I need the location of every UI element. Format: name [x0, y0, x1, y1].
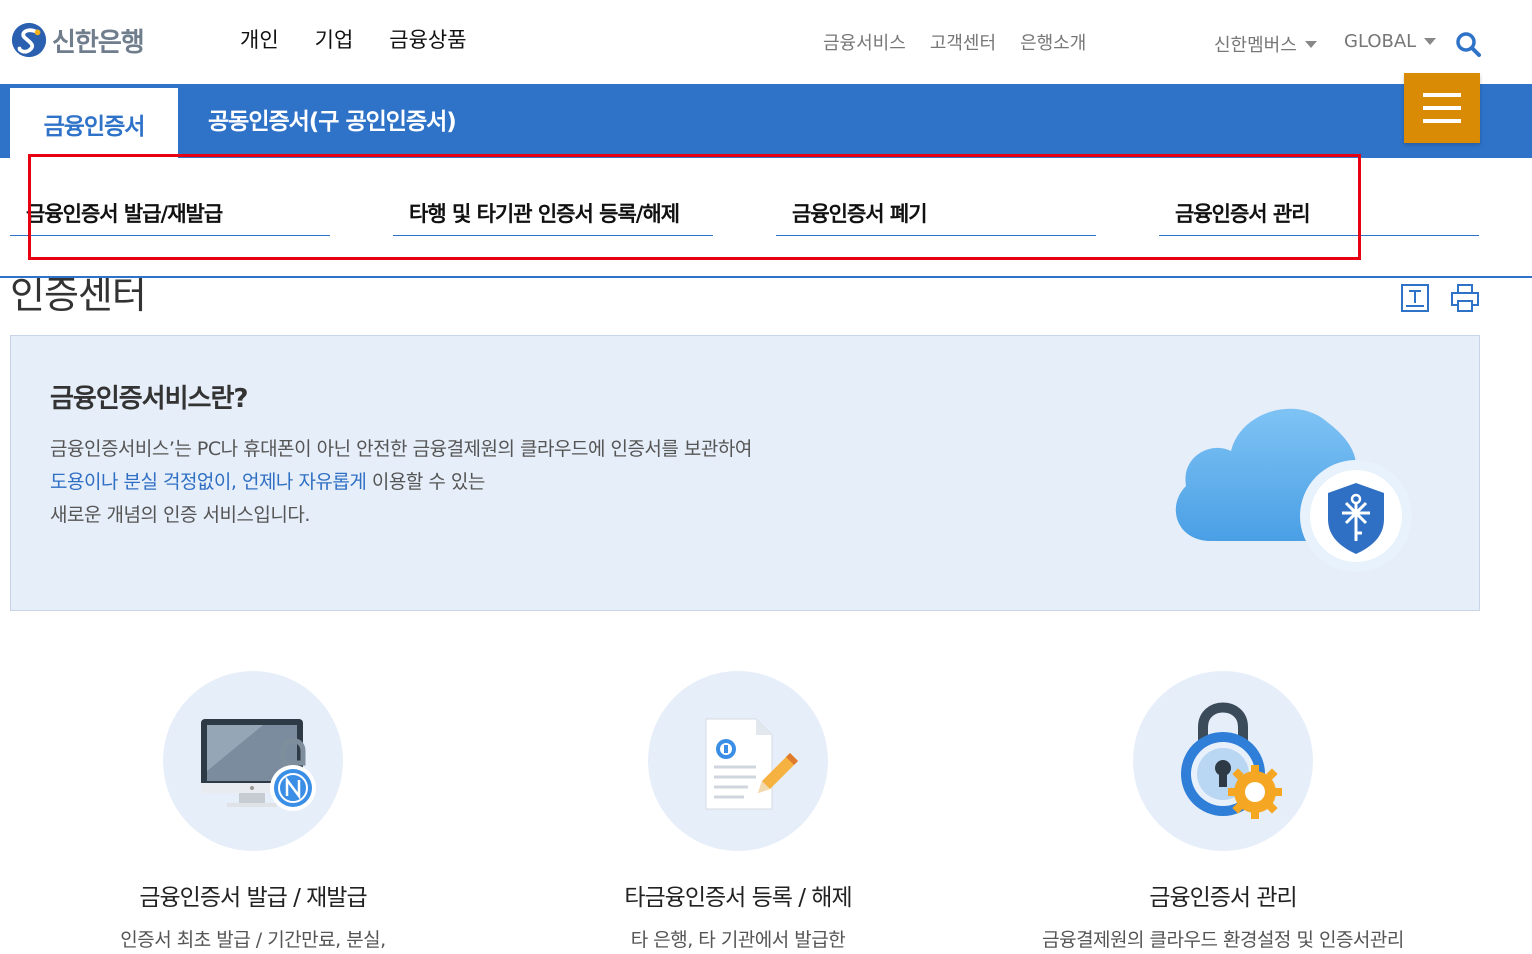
service-manage-illustration[interactable]: [1133, 671, 1313, 851]
service-register-illustration[interactable]: [648, 671, 828, 851]
submenu-item-manage[interactable]: 금융인증서 관리: [1159, 200, 1479, 236]
service-issue-illustration[interactable]: [163, 671, 343, 851]
submenu-dropdown: 금융인증서 발급/재발급 타행 및 타기관 인증서 등록/해제 금융인증서 폐기…: [0, 158, 1532, 278]
service-issue-desc: 인증서 최초 발급 / 기간만료, 분실,: [120, 929, 386, 951]
members-label: 신한멤버스: [1214, 35, 1297, 56]
font-size-icon[interactable]: [1400, 283, 1430, 313]
print-icon[interactable]: [1450, 283, 1480, 313]
tab-label: 금융인증서: [43, 114, 146, 140]
hamburger-line: [1423, 119, 1461, 123]
submenu-item-label: 타행 및 타기관 인증서 등록/해제: [409, 202, 680, 226]
submenu-item-register[interactable]: 타행 및 타기관 인증서 등록/해제: [393, 200, 713, 236]
submenu-item-label: 금융인증서 발급/재발급: [26, 202, 223, 226]
padlock-gear-icon: [1181, 702, 1282, 819]
hamburger-line: [1423, 93, 1461, 97]
service-register-title[interactable]: 타금융인증서 등록 / 해제: [528, 878, 948, 912]
intro-line-1: 금융인증서비스’는 PC나 휴대폰이 아닌 안전한 금융결제원의 클라우드에 인…: [50, 438, 752, 460]
nav-customer-center[interactable]: 고객센터: [930, 29, 996, 55]
document-pencil-icon: [705, 718, 798, 810]
intro-line-2: 도용이나 분실 걱정없이, 언제나 자유롭게 이용할 수 있는: [50, 467, 485, 494]
submenu-item-label: 금융인증서 폐기: [792, 202, 928, 226]
submenu-item-revoke[interactable]: 금융인증서 폐기: [776, 200, 1096, 236]
submenu-item-label: 금융인증서 관리: [1175, 202, 1311, 226]
shinhan-logo[interactable]: 신한은행: [10, 20, 145, 60]
global-label: GLOBAL: [1344, 31, 1417, 52]
nav-personal[interactable]: 개인: [240, 24, 279, 54]
service-register-desc: 타 은행, 타 기관에서 발급한: [630, 929, 846, 951]
caret-down-icon: [1424, 38, 1437, 45]
intro-heading: 금융인증서비스란?: [50, 384, 248, 414]
intro-line-2-rest: 이용할 수 있는: [366, 471, 485, 493]
nav-bank-intro[interactable]: 은행소개: [1020, 29, 1086, 55]
nav-corporate[interactable]: 기업: [315, 24, 354, 54]
service-issue-title[interactable]: 금융인증서 발급 / 재발급: [43, 878, 463, 912]
tab-joint-certificate[interactable]: 공동인증서(구 공인인증서): [208, 102, 457, 136]
intro-highlight: 도용이나 분실 걱정없이, 언제나 자유롭게: [50, 471, 367, 493]
intro-line-3: 새로운 개념의 인증 서비스입니다.: [50, 504, 310, 526]
submenu-item-issue[interactable]: 금융인증서 발급/재발급: [10, 200, 330, 236]
cloud-shield-icon: [1175, 408, 1412, 572]
service-manage-title[interactable]: 금융인증서 관리: [1013, 878, 1433, 912]
nav-financial-service[interactable]: 금융서비스: [823, 29, 906, 55]
util-nav: 금융서비스 고객센터 은행소개: [823, 29, 1086, 55]
search-icon[interactable]: [1455, 31, 1481, 57]
intro-box: 금융인증서비스란? 금융인증서비스’는 PC나 휴대폰이 아닌 안전한 금융결제…: [10, 335, 1480, 611]
caret-down-icon: [1304, 40, 1317, 48]
shinhan-logo-icon: [11, 22, 47, 58]
hamburger-menu-button[interactable]: [1404, 73, 1480, 143]
main-nav: 개인 기업 금융상품: [240, 24, 467, 54]
service-manage-desc: 금융결제원의 클라우드 환경설정 및 인증서관리: [1042, 929, 1404, 951]
global-dropdown[interactable]: GLOBAL: [1344, 31, 1437, 52]
logo-text: 신한은행: [52, 27, 145, 58]
monitor-lock-icon: [201, 719, 316, 811]
tab-financial-certificate[interactable]: 금융인증서: [10, 88, 178, 160]
members-dropdown[interactable]: 신한멤버스: [1214, 31, 1317, 57]
site-header: 신한은행 개인 기업 금융상품 금융서비스 고객센터 은행소개 신한멤버스 GL…: [0, 0, 1532, 84]
hamburger-line: [1423, 106, 1461, 110]
nav-products[interactable]: 금융상품: [389, 24, 466, 54]
